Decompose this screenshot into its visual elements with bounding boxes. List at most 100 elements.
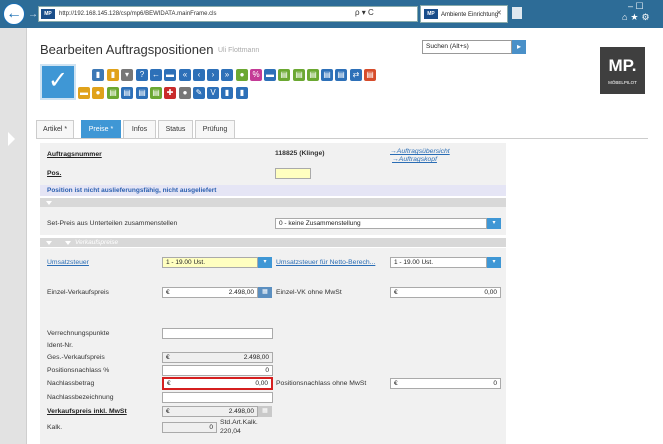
collapse-arrow-icon[interactable]	[46, 241, 52, 245]
einzel-vk-ohne-value: 0,00	[484, 289, 497, 296]
umsatzsteuer-netto-value: 1 - 19.00 Ust.	[394, 259, 434, 266]
report-green-2-icon[interactable]: ▤	[293, 69, 305, 81]
nachlassbez-label: Nachlassbezeichnung	[47, 394, 114, 401]
posnachlass-ohne-value: 0	[493, 380, 497, 387]
user-name: Uli Flottmann	[218, 47, 260, 54]
last-record-icon[interactable]: »	[221, 69, 233, 81]
doc-green-icon[interactable]: ▤	[107, 87, 119, 99]
percent-icon[interactable]: %	[250, 69, 262, 81]
sidebar-expand-icon[interactable]	[8, 132, 15, 146]
umsatzsteuer-link[interactable]: Umsatzsteuer	[47, 259, 89, 266]
transfer-icon[interactable]: ⇄	[350, 69, 362, 81]
einzel-vk-ohne-label: Einzel-VK ohne MwSt	[276, 289, 342, 296]
section-verkaufspreise[interactable]: Verkaufspreise	[40, 238, 506, 247]
auftragsuebersicht-link[interactable]: →Auftragsübersicht	[390, 148, 450, 155]
tab-divider	[36, 138, 648, 139]
pdf-icon[interactable]: ▤	[364, 69, 376, 81]
verrechnungspunkte-label: Verrechnungspunkte	[47, 330, 110, 337]
tab-favicon-icon: MP	[424, 9, 438, 19]
bulb-icon[interactable]: ●	[92, 87, 104, 99]
kalk-std-label: Std.Art.Kalk.	[220, 419, 258, 426]
article-icon[interactable]: ●	[236, 69, 248, 81]
posnachlass-ohne-field[interactable]: €0	[390, 378, 501, 389]
tab-close-icon[interactable]: ✕	[496, 9, 502, 17]
tab-preise[interactable]: Preise *	[81, 120, 121, 138]
window-minimize-icon[interactable]: – ☐	[628, 1, 644, 12]
report-blue-icon[interactable]: ▤	[321, 69, 333, 81]
posnachlass-pct-label: Positionsnachlass %	[47, 367, 110, 374]
report-green-3-icon[interactable]: ▤	[307, 69, 319, 81]
site-favicon-icon: MP	[41, 9, 55, 19]
setpreis-label: Set-Preis aus Unterteilen zusammenstelle…	[47, 220, 178, 227]
position-notice: Position ist nicht auslieferungsfähig, n…	[47, 187, 217, 194]
truck-icon[interactable]: ▬	[264, 69, 276, 81]
einzel-vk-currency: €	[166, 289, 170, 296]
ges-vk-label: Ges.-Verkaufspreis	[47, 354, 105, 361]
vk-inkl-field: €2.498,00	[162, 406, 258, 417]
tab-status[interactable]: Status	[158, 120, 193, 138]
search-input[interactable]: Suchen (Alt+s)	[422, 40, 512, 54]
doc-arrow-icon[interactable]: ▤	[150, 87, 162, 99]
collapse-arrow-icon[interactable]	[46, 201, 52, 205]
tab-pruefung[interactable]: Prüfung	[195, 120, 235, 138]
undo-icon[interactable]: ←	[150, 69, 162, 81]
verrechnungspunkte-field[interactable]	[162, 328, 273, 339]
auftragsnummer-label: Auftragsnummer	[47, 151, 102, 158]
new-tab-button[interactable]	[512, 7, 522, 19]
report-green-icon[interactable]: ▤	[278, 69, 290, 81]
forward-arrow-icon[interactable]: →	[28, 9, 38, 20]
page-icon[interactable]: ▮	[221, 87, 233, 99]
einzel-vk-ohne-field[interactable]: €0,00	[390, 287, 501, 298]
page-title: Bearbeiten Auftragspositionen	[40, 42, 214, 57]
previous-record-icon[interactable]: ‹	[193, 69, 205, 81]
print-icon[interactable]: ▬	[164, 69, 176, 81]
kalk-value: 0	[209, 424, 213, 431]
section-toggle-collapsed[interactable]	[40, 198, 506, 207]
einzel-vk-value: 2.498,00	[228, 289, 254, 296]
help-icon[interactable]: ?	[136, 69, 148, 81]
report-blue-2-icon[interactable]: ▤	[335, 69, 347, 81]
ges-vk-currency: €	[166, 354, 170, 361]
focus-highlight	[162, 377, 273, 390]
pos-label: Pos.	[47, 170, 62, 177]
umsatzsteuer-netto-dropdown-icon[interactable]: ▾	[487, 257, 501, 268]
delivery-icon[interactable]: ▬	[78, 87, 90, 99]
delete-icon[interactable]: ▾	[121, 69, 133, 81]
einzel-vk-field[interactable]: €2.498,00	[162, 287, 258, 298]
save-check-button[interactable]: ✓	[40, 64, 76, 100]
search-button[interactable]: ▸	[512, 40, 526, 54]
disc-icon[interactable]: ●	[179, 87, 191, 99]
next-record-icon[interactable]: ›	[207, 69, 219, 81]
auftragskopf-link[interactable]: →Auftragskopf	[392, 156, 437, 163]
tab-infos[interactable]: Infos	[123, 120, 156, 138]
tab-artikel[interactable]: Artikel *	[36, 120, 74, 138]
umsatzsteuer-dropdown-icon[interactable]: ▾	[258, 257, 272, 268]
browser-home-star-gear-icons[interactable]: ⌂★⚙	[622, 12, 653, 23]
back-arrow-icon[interactable]: ←	[3, 3, 25, 25]
edit-icon[interactable]: ✎	[193, 87, 205, 99]
umsatzsteuer-select[interactable]: 1 - 19.00 Ust.	[162, 257, 258, 268]
address-tools[interactable]: ρ ▾ C	[355, 8, 374, 17]
posnachlass-pct-field[interactable]: 0	[162, 365, 273, 376]
doc-list-icon[interactable]: ▤	[136, 87, 148, 99]
new-document-icon[interactable]: ▮	[92, 69, 104, 81]
nachlassbez-field[interactable]	[162, 392, 273, 403]
v-icon[interactable]: V	[207, 87, 219, 99]
moebelpilot-logo: MP. MÖBELPILOT	[600, 47, 645, 94]
auftragsnummer-value: 118825 (Klinge)	[275, 150, 325, 157]
umsatzsteuer-netto-link[interactable]: Umsatzsteuer für Netto-Berech...	[276, 259, 375, 266]
umsatzsteuer-netto-select[interactable]: 1 - 19.00 Ust.	[390, 257, 487, 268]
section-verkaufspreise-label: Verkaufspreise	[75, 239, 119, 246]
setpreis-dropdown-icon[interactable]: ▾	[487, 218, 501, 229]
copy-icon[interactable]: ▮	[107, 69, 119, 81]
doc-blue-icon[interactable]: ▤	[121, 87, 133, 99]
posnachlass-ohne-label: Positionsnachlass ohne MwSt	[276, 380, 367, 387]
left-sidebar[interactable]	[0, 28, 27, 444]
first-record-icon[interactable]: «	[179, 69, 191, 81]
collapse-arrow-2-icon[interactable]	[65, 241, 71, 245]
setpreis-select[interactable]: 0 - keine Zusammenstellung	[275, 218, 487, 229]
page-2-icon[interactable]: ▮	[236, 87, 248, 99]
pos-field[interactable]	[275, 168, 311, 179]
calculator-icon[interactable]: ▦	[258, 287, 272, 298]
flag-icon[interactable]: ✚	[164, 87, 176, 99]
